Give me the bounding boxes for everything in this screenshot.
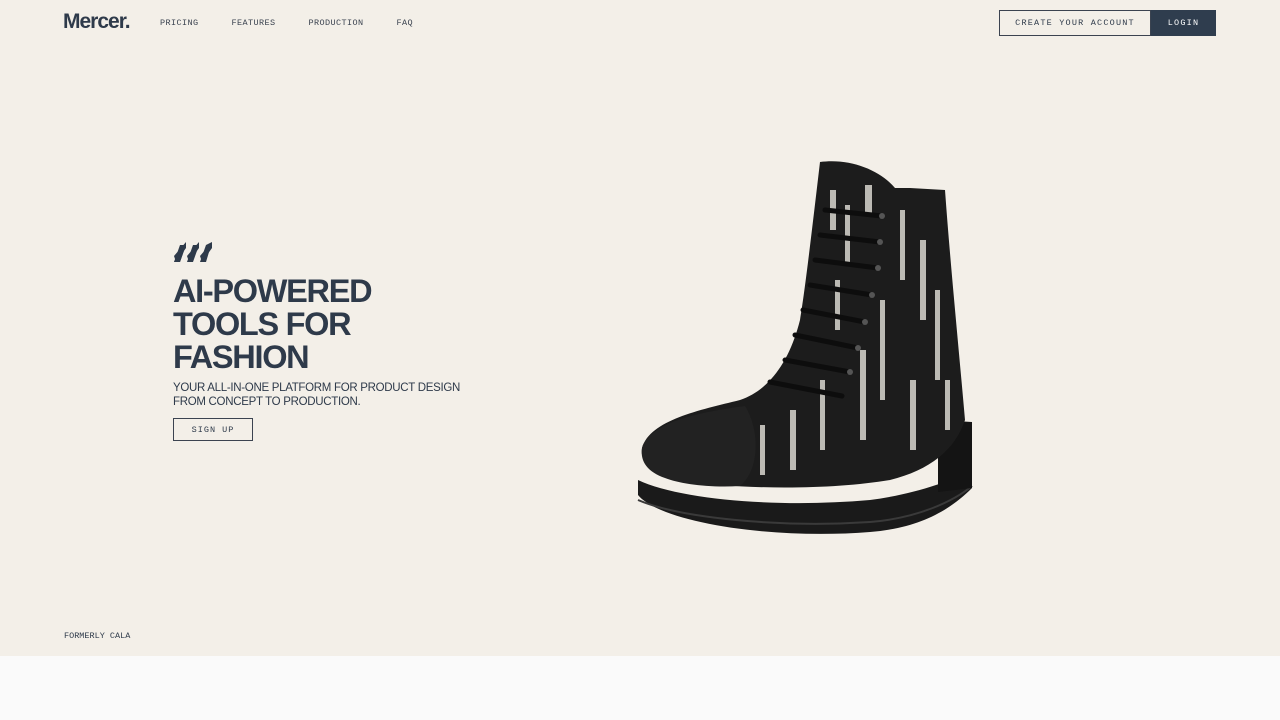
footer-strip xyxy=(0,656,1280,720)
brand-mark-icon xyxy=(174,242,212,262)
signup-button[interactable]: SIGN UP xyxy=(173,418,253,441)
logo[interactable]: Mercer. xyxy=(63,10,131,34)
nav-link-faq[interactable]: FAQ xyxy=(397,17,414,29)
subhead-line: FROM CONCEPT TO PRODUCTION. xyxy=(173,396,361,408)
boot-image xyxy=(637,161,973,534)
nav-link-pricing[interactable]: PRICING xyxy=(160,17,199,29)
hero-subhead: YOUR ALL-IN-ONE PLATFORM FOR PRODUCT DES… xyxy=(173,381,463,409)
nav-links: PRICING FEATURES PRODUCTION FAQ xyxy=(160,17,446,29)
headline-line: FASHION xyxy=(173,339,310,375)
formerly-note: FORMERLY CALA xyxy=(64,631,131,641)
headline-line: TOOLS FOR xyxy=(173,306,352,342)
headline-line: AI-POWERED xyxy=(173,273,373,309)
subhead-line: YOUR ALL-IN-ONE PLATFORM FOR PRODUCT DES… xyxy=(173,382,460,394)
login-button[interactable]: LOGIN xyxy=(1151,10,1216,36)
create-account-button[interactable]: CREATE YOUR ACCOUNT xyxy=(999,10,1151,36)
nav-link-features[interactable]: FEATURES xyxy=(232,17,276,29)
nav-link-production[interactable]: PRODUCTION xyxy=(309,17,364,29)
hero-headline: AI-POWERED TOOLS FOR FASHION xyxy=(173,275,493,374)
